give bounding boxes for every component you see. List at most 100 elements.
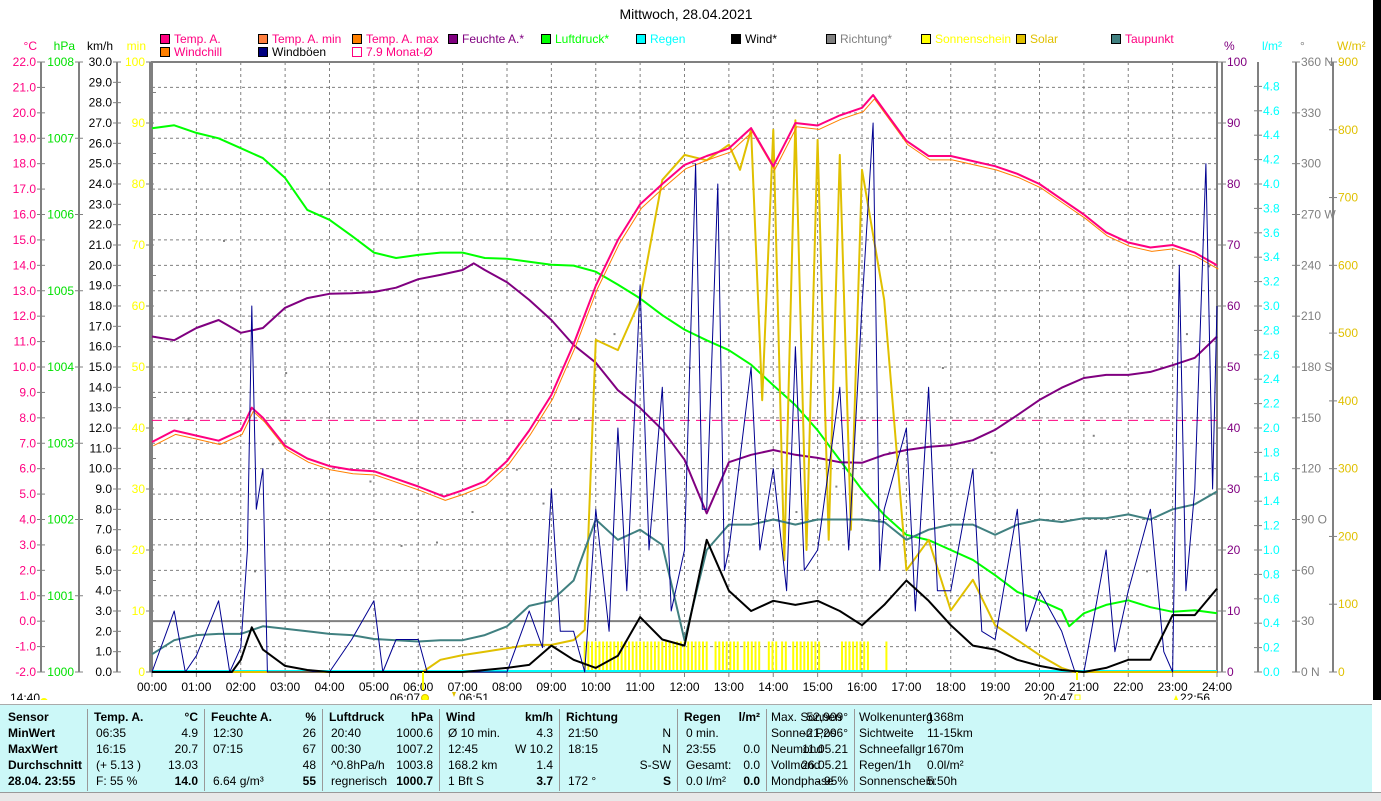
humidity-header: Feuchte A. [211,710,272,724]
sunshine-bar [605,641,608,672]
wind-unit: km/h [524,710,553,724]
direction-label: 21:50 [568,726,599,740]
humidity-label: 6.64 g/m³ [213,774,264,788]
temp-tick-label: 9.0 [19,385,36,399]
min-tick-label: 60 [132,299,146,313]
moonset-icon [452,692,456,697]
temp-tick-label: 4.0 [19,513,36,527]
kmh-tick-label: 0.0 [95,665,112,679]
col-humidity: Feuchte A.% 12:30 26 07:15 67 48 6.64 g/m³ 55 [205,709,323,791]
kmh-tick-label: 25.0 [89,157,113,171]
kmh-tick-label: 9.0 [95,482,112,496]
temp-tick-label: 21.0 [13,80,37,94]
misc-value: 0.0l/m² [927,758,964,772]
x-tick-label: 08:00 [492,680,522,694]
col-temp: Temp. A. °C 06:35 4.9 16:15 20.7 (+ 5.13 ) 13.0… [88,709,205,791]
rain-header: Regen [684,710,721,724]
temp-label: (+ 5.13 ) [96,758,142,772]
min-tick-label: 40 [132,421,146,435]
sunshine-bar [736,641,739,672]
astro-value: 26.05.21 [801,758,848,772]
kmh-tick-label: 18.0 [89,299,113,313]
rain-tick-label: 4.2 [1263,153,1280,167]
humidity-value: 67 [302,742,316,756]
hpa-tick-label: 1007 [47,131,74,145]
direction-point [578,417,580,420]
x-tick-label: 13:00 [714,680,744,694]
misc-value: 5:50h [927,774,958,788]
rain-tick-label: 1.2 [1263,519,1280,533]
wind-value: 3.7 [536,774,553,788]
deg-tick-label: 360 N [1301,55,1333,69]
x-tick-label: 05:00 [359,680,389,694]
solar-tick-label: 400 [1338,394,1358,408]
solar-tick-label: 600 [1338,258,1358,272]
solar-tick-label: 900 [1338,55,1358,69]
pct-tick-label: 20 [1227,543,1241,557]
astro-value: 52,909° [806,710,848,724]
x-tick-label: 04:00 [314,680,344,694]
deg-axis-unit: ° [1300,39,1305,53]
sunshine-bar [701,641,704,672]
sunshine-bar [721,641,724,672]
sunshine-bar [672,641,675,672]
direction-point [436,541,438,544]
pct-tick-label: 50 [1227,360,1241,374]
kmh-tick-label: 29.0 [89,75,113,89]
temp-tick-label: 15.0 [13,233,37,247]
pct-tick-label: 30 [1227,482,1241,496]
kmh-tick-label: 7.0 [95,523,112,537]
humidity-label: 07:15 [213,742,244,756]
pct-tick-label: 0 [1227,665,1234,679]
wind-label: 12:45 [448,742,479,756]
rain-tick-label: 3.0 [1263,299,1280,313]
kmh-tick-label: 8.0 [95,502,112,516]
x-tick-label: 17:00 [891,680,921,694]
sunshine-bar [646,641,649,672]
rain-label: 0.0 l/m² [686,774,727,788]
sunshine-bar [810,641,813,672]
temp-tick-label: 18.0 [13,157,37,171]
temp-axis-unit: °C [24,39,38,53]
direction-point [271,443,274,446]
hpa-tick-label: 1002 [47,513,74,527]
temp-tick-label: 16.0 [13,208,37,222]
solar-tick-label: 800 [1338,123,1358,137]
rain-tick-label: 3.2 [1263,275,1280,289]
sunshine-bar [705,641,708,672]
direction-point [1092,434,1095,437]
direction-point [254,570,257,573]
temp-tick-label: 10.0 [13,360,37,374]
direction-value: N [662,742,671,756]
temp-value: 14.0 [174,774,198,788]
humidity-value: 48 [302,758,316,772]
sunshine-bar [653,641,656,672]
direction-value: N [662,726,671,740]
temp-value: 4.9 [181,726,198,740]
wind-label: 1 Bft S [448,774,485,788]
temp-value: 20.7 [174,742,198,756]
rain-tick-label: 4.8 [1263,79,1280,93]
x-tick-label: 01:00 [181,680,211,694]
sunshine-bar [650,641,653,672]
pct-tick-label: 70 [1227,238,1241,252]
window-edge [1373,0,1381,700]
weather-chart: °C -2.0 -1.0 0.0 1.0 2.0 3.0 4.0 5.0 6.0 7.0 8.0 9.0… [10,39,1366,700]
sensor-min: MinWert [8,726,56,740]
x-tick-label: 02:00 [226,680,256,694]
kmh-tick-label: 6.0 [95,543,112,557]
sunshine-bar [698,641,701,672]
pressure-value: 1000.7 [396,774,433,788]
wind-label: 168.2 km [448,758,498,772]
kmh-tick-label: 13.0 [89,401,113,415]
direction-point [1146,570,1148,573]
deg-tick-label: 150 [1301,411,1321,425]
sunshine-bar [694,641,697,672]
kmh-tick-label: 16.0 [89,340,113,354]
temp-unit: °C [184,710,198,724]
sunshine-bar [714,641,717,672]
deg-tick-label: 30 [1301,614,1315,628]
solar-axis-unit: W/m² [1337,39,1366,53]
pct-tick-label: 90 [1227,116,1241,130]
kmh-axis-unit: km/h [87,39,113,53]
